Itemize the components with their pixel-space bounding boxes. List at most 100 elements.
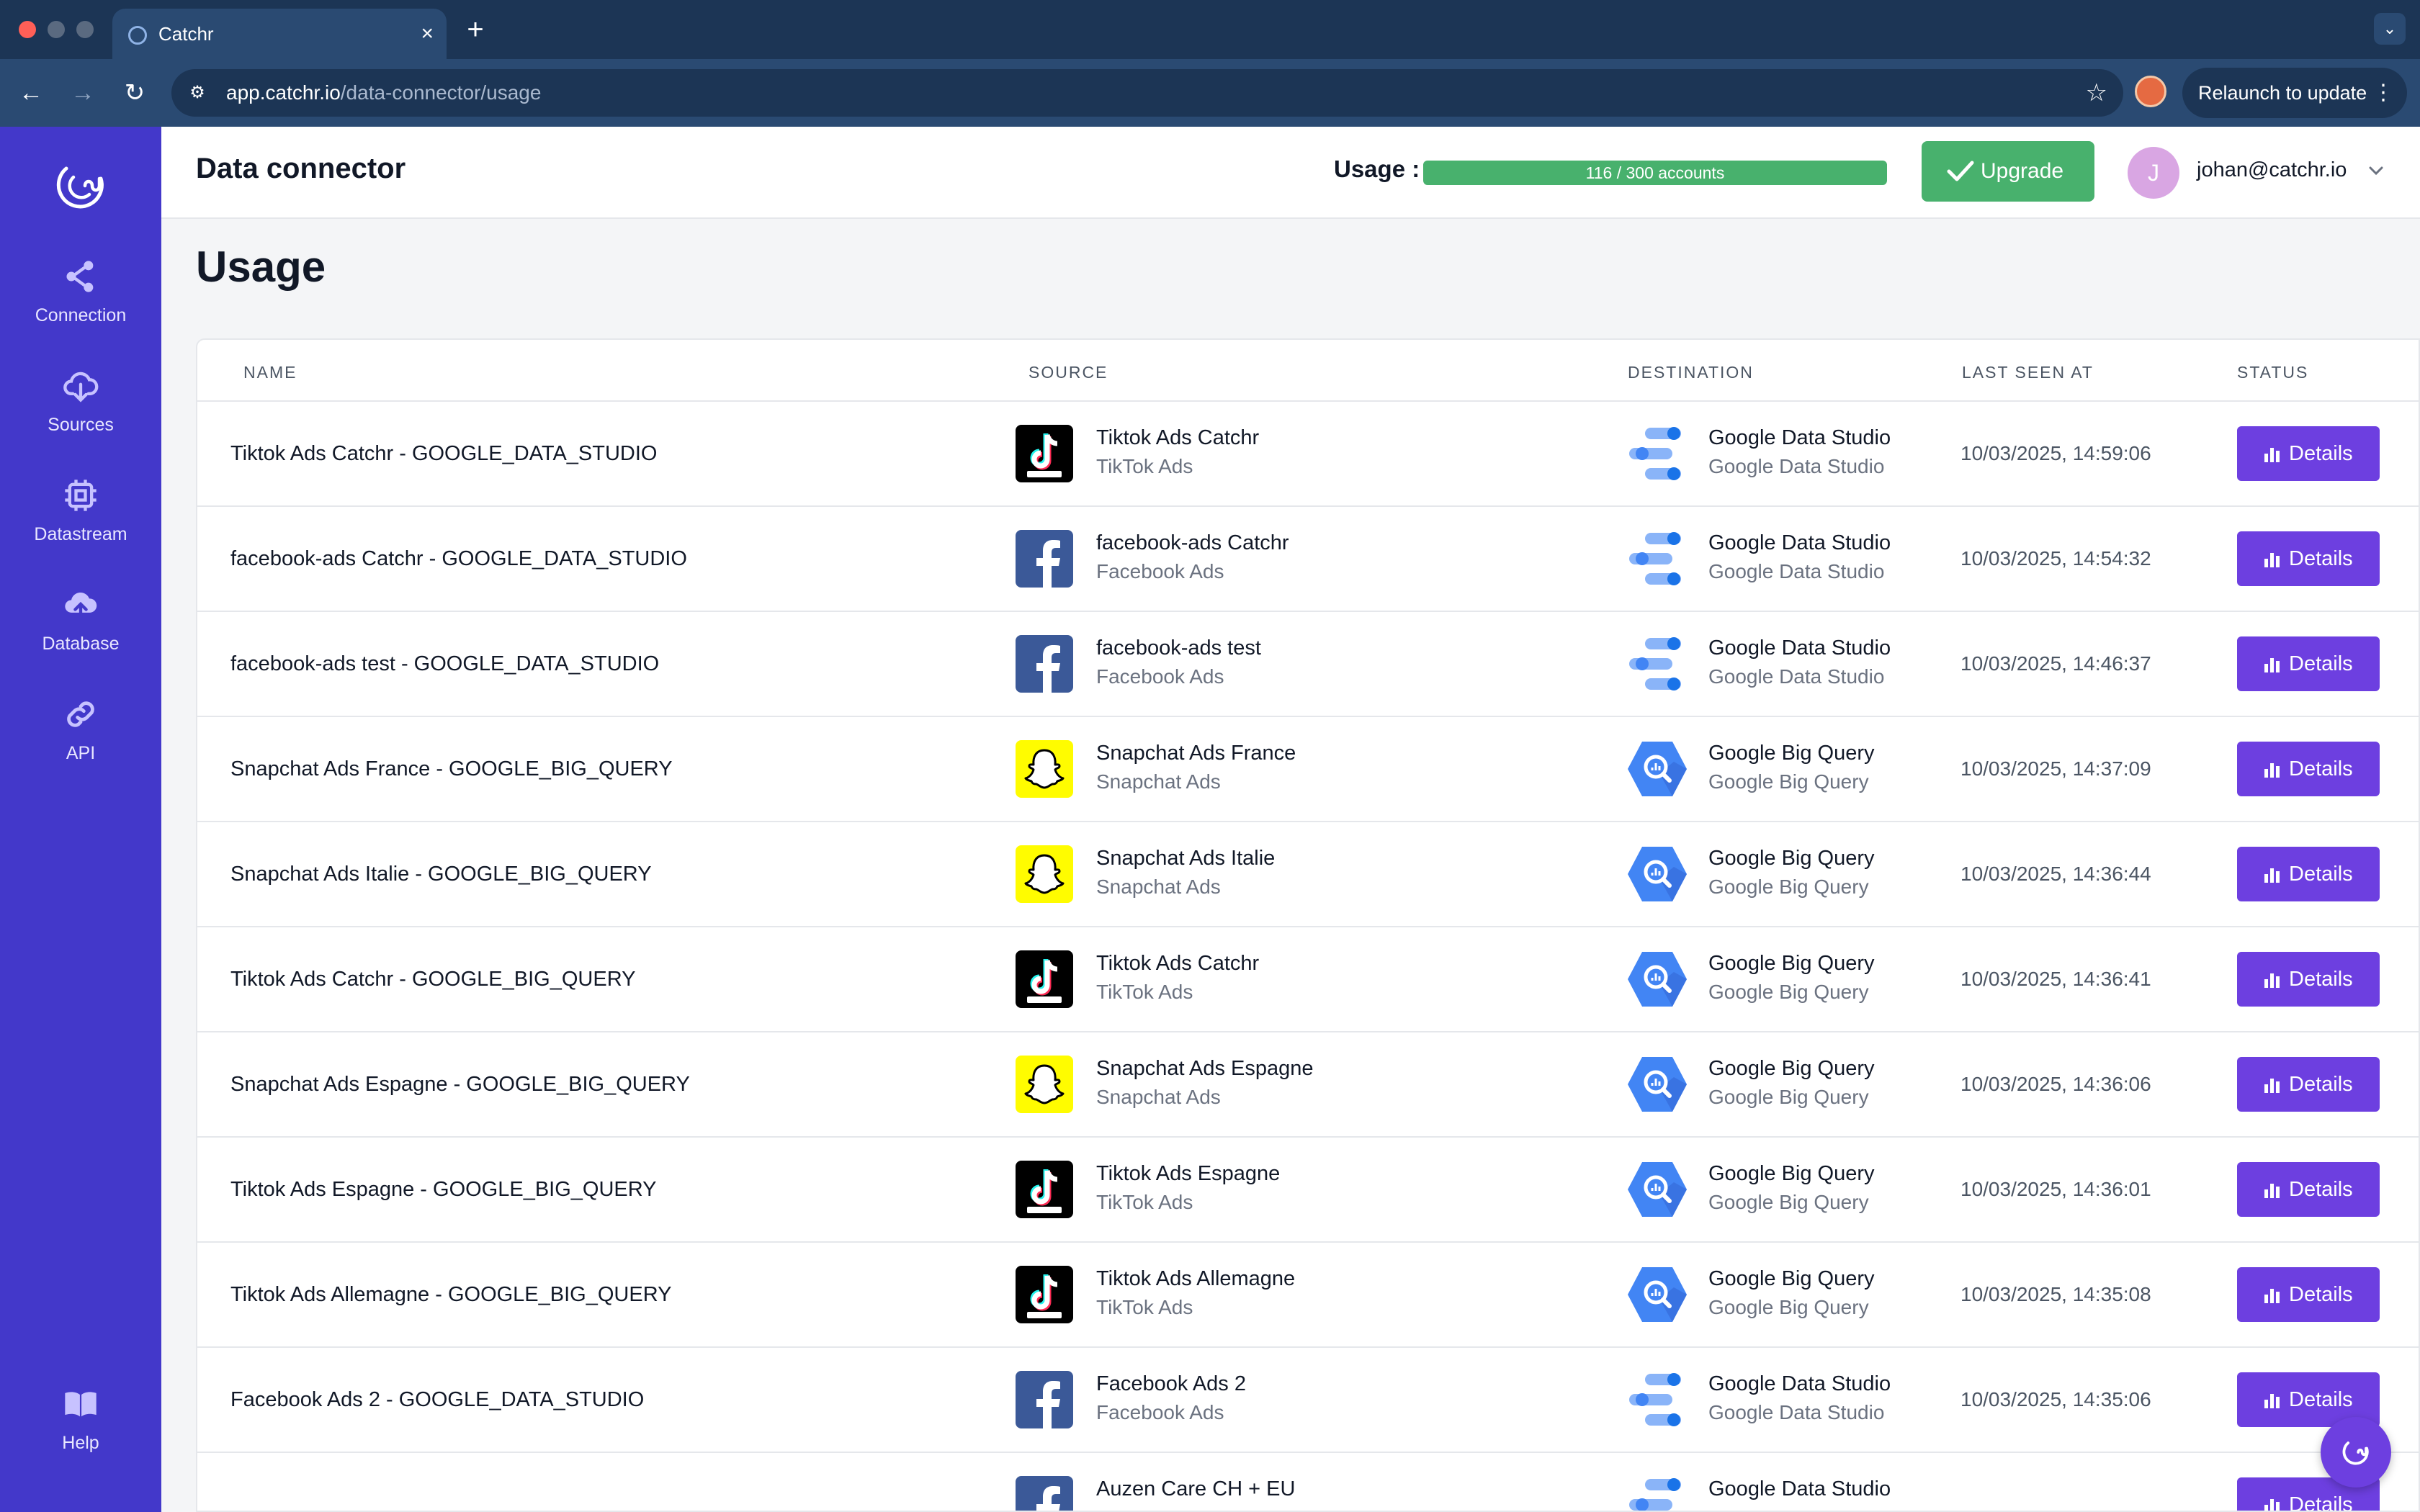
app-sidebar: Connection Sources Datastream Database A… xyxy=(0,127,161,1512)
google-big-query-icon xyxy=(1626,1266,1688,1323)
last-seen-at: 10/03/2025, 14:36:06 xyxy=(1960,1073,2151,1095)
extension-icon[interactable] xyxy=(2135,76,2166,107)
chat-support-button[interactable] xyxy=(2321,1417,2391,1488)
last-seen-at: 10/03/2025, 14:37:09 xyxy=(1960,757,2151,780)
new-tab-button[interactable]: + xyxy=(461,12,490,48)
details-label: Details xyxy=(2289,547,2353,570)
destination-type: Google Big Query xyxy=(1708,770,1869,793)
destination-type: Google Data Studio xyxy=(1708,455,1885,477)
table-row: Tiktok Ads Espagne - GOOGLE_BIG_QUERY Tik… xyxy=(197,1138,2419,1243)
window-zoom-button[interactable] xyxy=(76,21,94,38)
table-row: Tiktok Ads Allemagne - GOOGLE_BIG_QUERY T… xyxy=(197,1243,2419,1348)
details-button[interactable]: Details xyxy=(2237,952,2380,1007)
sidebar-item-sources[interactable]: Sources xyxy=(0,367,161,461)
catchr-logo-icon[interactable] xyxy=(45,157,117,215)
source-title: Facebook Ads 2 xyxy=(1096,1372,1246,1395)
upgrade-button[interactable]: Upgrade xyxy=(1922,141,2094,202)
details-label: Details xyxy=(2289,863,2353,886)
chevron-down-icon[interactable] xyxy=(2367,161,2385,180)
window-minimize-button[interactable] xyxy=(48,21,65,38)
chip-icon xyxy=(65,480,97,511)
cloud-upload-icon xyxy=(65,592,97,621)
details-button[interactable]: Details xyxy=(2237,636,2380,691)
site-info-icon[interactable]: ⚙ xyxy=(186,81,209,104)
details-button[interactable]: Details xyxy=(2237,531,2380,586)
upgrade-label: Upgrade xyxy=(1981,159,2064,183)
details-button[interactable]: Details xyxy=(2237,1267,2380,1322)
destination-type: Google Data Studio xyxy=(1708,1401,1885,1423)
table-row: Tiktok Ads Catchr - GOOGLE_DATA_STUDIO Ti… xyxy=(197,402,2419,507)
row-name: Tiktok Ads Catchr - GOOGLE_DATA_STUDIO xyxy=(230,442,658,465)
facebook-icon xyxy=(1016,635,1073,693)
destination-title: Google Big Query xyxy=(1708,847,1875,870)
url-text[interactable]: app.catchr.io/data-connector/usage xyxy=(226,69,541,117)
avatar[interactable]: J xyxy=(2128,147,2179,199)
details-label: Details xyxy=(2289,1388,2353,1411)
browser-tab[interactable]: Catchr × xyxy=(112,9,447,59)
forward-button[interactable]: → xyxy=(65,75,101,111)
sidebar-item-connection[interactable]: Connection xyxy=(0,258,161,351)
source-title: Tiktok Ads Catchr xyxy=(1096,952,1260,975)
details-label: Details xyxy=(2289,1073,2353,1096)
bar-chart-icon xyxy=(2264,1289,2280,1303)
address-bar[interactable]: ⚙ app.catchr.io/data-connector/usage ☆ xyxy=(171,69,2123,117)
tab-close-icon[interactable]: × xyxy=(421,19,434,49)
destination-type: Google Big Query xyxy=(1708,981,1869,1003)
column-header-source: SOURCE xyxy=(1028,363,1108,382)
url-path: /data-connector/usage xyxy=(340,81,542,104)
last-seen-at: 10/03/2025, 14:35:08 xyxy=(1960,1283,2151,1305)
details-button[interactable]: Details xyxy=(2237,742,2380,796)
row-name: Tiktok Ads Allemagne - GOOGLE_BIG_QUERY xyxy=(230,1283,672,1306)
relaunch-to-update-button[interactable]: Relaunch to update ⋮ xyxy=(2182,68,2407,118)
sidebar-item-api[interactable]: API xyxy=(0,696,161,789)
browser-toolbar: ← → ↻ ⚙ app.catchr.io/data-connector/usa… xyxy=(0,59,2420,127)
destination-title: Google Data Studio xyxy=(1708,636,1891,660)
destination-title: Google Data Studio xyxy=(1708,426,1891,449)
back-button[interactable]: ← xyxy=(13,75,49,111)
details-button[interactable]: Details xyxy=(2237,1057,2380,1112)
last-seen-at: 10/03/2025, 14:36:01 xyxy=(1960,1178,2151,1200)
sidebar-item-label: Datastream xyxy=(34,524,127,544)
source-title: Tiktok Ads Catchr xyxy=(1096,426,1260,449)
tiktok-icon xyxy=(1016,950,1073,1008)
details-button[interactable]: Details xyxy=(2237,1162,2380,1217)
source-type: Facebook Ads xyxy=(1096,1401,1224,1423)
window-close-button[interactable] xyxy=(19,21,36,38)
bar-chart-icon xyxy=(2264,763,2280,778)
sidebar-item-datastream[interactable]: Datastream xyxy=(0,477,161,570)
sidebar-item-database[interactable]: Database xyxy=(0,586,161,680)
details-label: Details xyxy=(2289,442,2353,465)
destination-type: Google Data Studio xyxy=(1708,560,1885,582)
reload-button[interactable]: ↻ xyxy=(117,75,153,111)
details-button[interactable]: Details xyxy=(2237,847,2380,901)
bar-chart-icon xyxy=(2264,1184,2280,1198)
sidebar-item-label: Database xyxy=(42,634,120,654)
row-name: Tiktok Ads Catchr - GOOGLE_BIG_QUERY xyxy=(230,968,636,991)
share-icon xyxy=(66,261,94,292)
bookmark-star-icon[interactable]: ☆ xyxy=(2086,75,2107,111)
source-type: TikTok Ads xyxy=(1096,1191,1193,1213)
tiktok-icon xyxy=(1016,1266,1073,1323)
source-type: Facebook Ads xyxy=(1096,665,1224,688)
last-seen-at: 10/03/2025, 14:35:06 xyxy=(1960,1388,2151,1410)
source-type: Facebook Ads xyxy=(1096,560,1224,582)
user-email[interactable]: johan@catchr.io xyxy=(2197,158,2347,182)
last-seen-at: 10/03/2025, 14:59:06 xyxy=(1960,442,2151,464)
details-button[interactable]: Details xyxy=(2237,426,2380,481)
google-big-query-icon xyxy=(1626,1161,1688,1218)
sidebar-item-help[interactable]: Help xyxy=(0,1385,161,1479)
row-name: Snapchat Ads France - GOOGLE_BIG_QUERY xyxy=(230,757,673,780)
destination-title: Google Big Query xyxy=(1708,1267,1875,1290)
row-name: facebook-ads Catchr - GOOGLE_DATA_STUDIO xyxy=(230,547,687,570)
book-icon xyxy=(65,1392,97,1417)
bar-chart-icon xyxy=(2264,553,2280,567)
browser-tab-bar: Catchr × + ⌄ xyxy=(0,0,2420,59)
source-title: Snapchat Ads Espagne xyxy=(1096,1057,1314,1080)
tab-search-button[interactable]: ⌄ xyxy=(2374,13,2406,45)
snapchat-icon xyxy=(1016,1056,1073,1113)
details-label: Details xyxy=(2289,652,2353,675)
google-data-studio-icon xyxy=(1626,425,1688,482)
browser-menu-icon[interactable]: ⋮ xyxy=(2372,68,2394,118)
usage-table: NAME SOURCE DESTINATION LAST SEEN AT STA… xyxy=(196,338,2420,1512)
url-host: app.catchr.io xyxy=(226,81,341,104)
